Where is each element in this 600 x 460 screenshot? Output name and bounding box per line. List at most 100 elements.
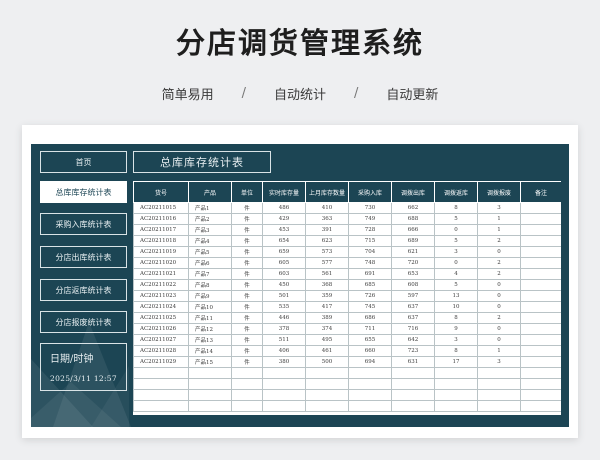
table-cell[interactable] xyxy=(188,378,232,390)
table-cell[interactable] xyxy=(305,367,349,379)
table-cell[interactable]: 716 xyxy=(391,323,435,335)
table-cell[interactable]: 件 xyxy=(231,356,263,368)
table-cell[interactable]: 件 xyxy=(231,290,263,302)
table-cell[interactable]: 597 xyxy=(391,290,435,302)
table-cell[interactable]: 产品7 xyxy=(188,268,232,280)
table-cell[interactable]: 1 xyxy=(477,345,521,357)
table-cell[interactable] xyxy=(391,367,435,379)
table-cell[interactable]: 件 xyxy=(231,312,263,324)
table-cell[interactable] xyxy=(262,389,306,401)
table-cell[interactable]: AC20211027 xyxy=(133,334,189,346)
table-cell[interactable]: 535 xyxy=(262,301,306,313)
table-cell[interactable]: 3 xyxy=(434,246,478,258)
table-cell[interactable] xyxy=(520,268,561,280)
table-cell[interactable]: 642 xyxy=(391,334,435,346)
table-cell[interactable] xyxy=(231,378,263,390)
table-cell[interactable] xyxy=(520,224,561,236)
table-cell[interactable]: 件 xyxy=(231,202,263,214)
table-cell[interactable]: 378 xyxy=(262,323,306,335)
table-cell[interactable]: 389 xyxy=(305,312,349,324)
table-cell[interactable]: 495 xyxy=(305,334,349,346)
sidebar-item-home[interactable]: 首页 xyxy=(40,151,127,173)
table-cell[interactable]: 691 xyxy=(348,268,392,280)
table-cell[interactable]: 件 xyxy=(231,257,263,269)
table-cell[interactable] xyxy=(348,367,392,379)
table-cell[interactable] xyxy=(520,334,561,346)
table-cell[interactable]: 2 xyxy=(477,257,521,269)
table-cell[interactable]: 8 xyxy=(434,345,478,357)
table-cell[interactable]: 623 xyxy=(305,235,349,247)
table-cell[interactable]: 0 xyxy=(477,290,521,302)
table-cell[interactable]: AC20211015 xyxy=(133,202,189,214)
table-cell[interactable]: 662 xyxy=(391,202,435,214)
table-cell[interactable]: 3 xyxy=(477,202,521,214)
table-cell[interactable]: 406 xyxy=(262,345,306,357)
table-cell[interactable] xyxy=(391,389,435,401)
table-cell[interactable]: AC20211028 xyxy=(133,345,189,357)
table-cell[interactable] xyxy=(262,400,306,412)
table-cell[interactable] xyxy=(520,246,561,258)
table-cell[interactable] xyxy=(133,400,189,412)
table-cell[interactable]: AC20211016 xyxy=(133,213,189,225)
table-cell[interactable]: 605 xyxy=(262,257,306,269)
table-cell[interactable]: 694 xyxy=(348,356,392,368)
table-cell[interactable] xyxy=(520,213,561,225)
table-cell[interactable]: 件 xyxy=(231,334,263,346)
table-cell[interactable] xyxy=(520,301,561,313)
table-cell[interactable]: 3 xyxy=(434,334,478,346)
table-cell[interactable]: AC20211025 xyxy=(133,312,189,324)
table-cell[interactable] xyxy=(305,389,349,401)
table-cell[interactable]: AC20211020 xyxy=(133,257,189,269)
table-cell[interactable]: 8 xyxy=(434,202,478,214)
table-cell[interactable] xyxy=(520,323,561,335)
table-cell[interactable]: 688 xyxy=(391,213,435,225)
table-cell[interactable]: 655 xyxy=(348,334,392,346)
table-cell[interactable]: AC20211022 xyxy=(133,279,189,291)
table-cell[interactable]: AC20211021 xyxy=(133,268,189,280)
table-cell[interactable]: 17 xyxy=(434,356,478,368)
table-cell[interactable]: 728 xyxy=(348,224,392,236)
table-cell[interactable]: 363 xyxy=(305,213,349,225)
table-cell[interactable]: 产品15 xyxy=(188,356,232,368)
table-cell[interactable]: 0 xyxy=(434,224,478,236)
table-cell[interactable]: 件 xyxy=(231,213,263,225)
table-cell[interactable]: 637 xyxy=(391,301,435,313)
table-cell[interactable] xyxy=(434,378,478,390)
table-cell[interactable] xyxy=(434,400,478,412)
table-cell[interactable] xyxy=(391,378,435,390)
table-cell[interactable] xyxy=(477,367,521,379)
sidebar-item-branch-scrap[interactable]: 分店报废统计表 xyxy=(40,311,127,333)
table-cell[interactable]: 产品5 xyxy=(188,246,232,258)
table-cell[interactable]: 13 xyxy=(434,290,478,302)
table-cell[interactable]: 511 xyxy=(262,334,306,346)
table-cell[interactable] xyxy=(477,389,521,401)
table-cell[interactable] xyxy=(262,367,306,379)
table-cell[interactable] xyxy=(520,235,561,247)
sidebar-item-branch-outbound[interactable]: 分店出库统计表 xyxy=(40,246,127,268)
table-cell[interactable] xyxy=(434,389,478,401)
table-cell[interactable]: 1 xyxy=(477,224,521,236)
table-cell[interactable]: 2 xyxy=(477,235,521,247)
table-cell[interactable]: 749 xyxy=(348,213,392,225)
table-cell[interactable]: 450 xyxy=(262,279,306,291)
table-cell[interactable]: 10 xyxy=(434,301,478,313)
table-cell[interactable]: AC20211024 xyxy=(133,301,189,313)
table-cell[interactable] xyxy=(520,389,561,401)
table-cell[interactable] xyxy=(520,202,561,214)
table-cell[interactable]: 0 xyxy=(477,334,521,346)
table-cell[interactable]: AC20211019 xyxy=(133,246,189,258)
table-cell[interactable] xyxy=(520,356,561,368)
table-cell[interactable]: 726 xyxy=(348,290,392,302)
table-cell[interactable]: 689 xyxy=(391,235,435,247)
table-cell[interactable] xyxy=(133,389,189,401)
table-cell[interactable] xyxy=(262,378,306,390)
table-cell[interactable]: 0 xyxy=(477,246,521,258)
table-cell[interactable]: 5 xyxy=(434,279,478,291)
table-cell[interactable]: 631 xyxy=(391,356,435,368)
table-cell[interactable]: 410 xyxy=(305,202,349,214)
sidebar-item-purchase-inbound[interactable]: 采购入库统计表 xyxy=(40,213,127,235)
table-cell[interactable]: 653 xyxy=(391,268,435,280)
table-cell[interactable] xyxy=(520,378,561,390)
sidebar-item-inventory-summary[interactable]: 总库库存统计表 xyxy=(40,181,127,203)
table-cell[interactable]: 486 xyxy=(262,202,306,214)
